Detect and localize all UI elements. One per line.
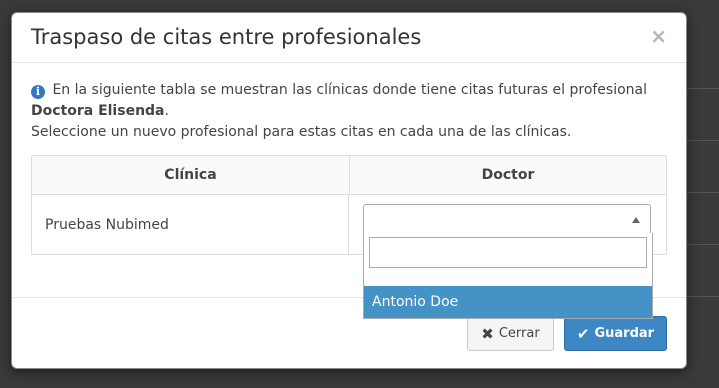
transfer-appointments-modal: Traspaso de citas entre profesionales × … bbox=[11, 12, 687, 369]
cancel-button-label: Cerrar bbox=[498, 326, 540, 341]
modal-title: Traspaso de citas entre profesionales bbox=[31, 25, 422, 49]
clinic-cell: Pruebas Nubimed bbox=[32, 195, 349, 254]
doctor-select[interactable] bbox=[363, 204, 651, 234]
instruction-text: Seleccione un nuevo profesional para est… bbox=[31, 124, 572, 140]
save-button[interactable]: ✔ Guardar bbox=[564, 316, 667, 351]
info-text: En la siguiente tabla se muestran las cl… bbox=[52, 82, 648, 98]
caret-up-icon[interactable] bbox=[632, 217, 640, 223]
close-icon[interactable]: × bbox=[650, 26, 667, 46]
modal-header: Traspaso de citas entre profesionales × bbox=[12, 13, 686, 63]
professional-name: Doctora Elisenda bbox=[31, 103, 165, 119]
info-message: i En la siguiente tabla se muestran las … bbox=[31, 80, 667, 122]
modal-body: i En la siguiente tabla se muestran las … bbox=[31, 80, 667, 143]
column-header-doctor: Doctor bbox=[481, 167, 535, 183]
checkmark-icon: ✔ bbox=[576, 324, 590, 343]
doctor-dropdown: Antonio Doe bbox=[363, 233, 653, 319]
dropdown-search-input[interactable] bbox=[369, 237, 647, 268]
close-x-icon: ✖ bbox=[481, 324, 494, 343]
dropdown-option-antonio-doe[interactable]: Antonio Doe bbox=[364, 286, 652, 318]
info-suffix: . bbox=[164, 103, 169, 119]
column-header-clinic: Clínica bbox=[32, 156, 350, 194]
table-header: Clínica Doctor bbox=[32, 156, 666, 195]
info-icon: i bbox=[31, 85, 45, 99]
save-button-label: Guardar bbox=[594, 326, 655, 341]
cancel-button[interactable]: ✖ Cerrar bbox=[467, 316, 554, 351]
